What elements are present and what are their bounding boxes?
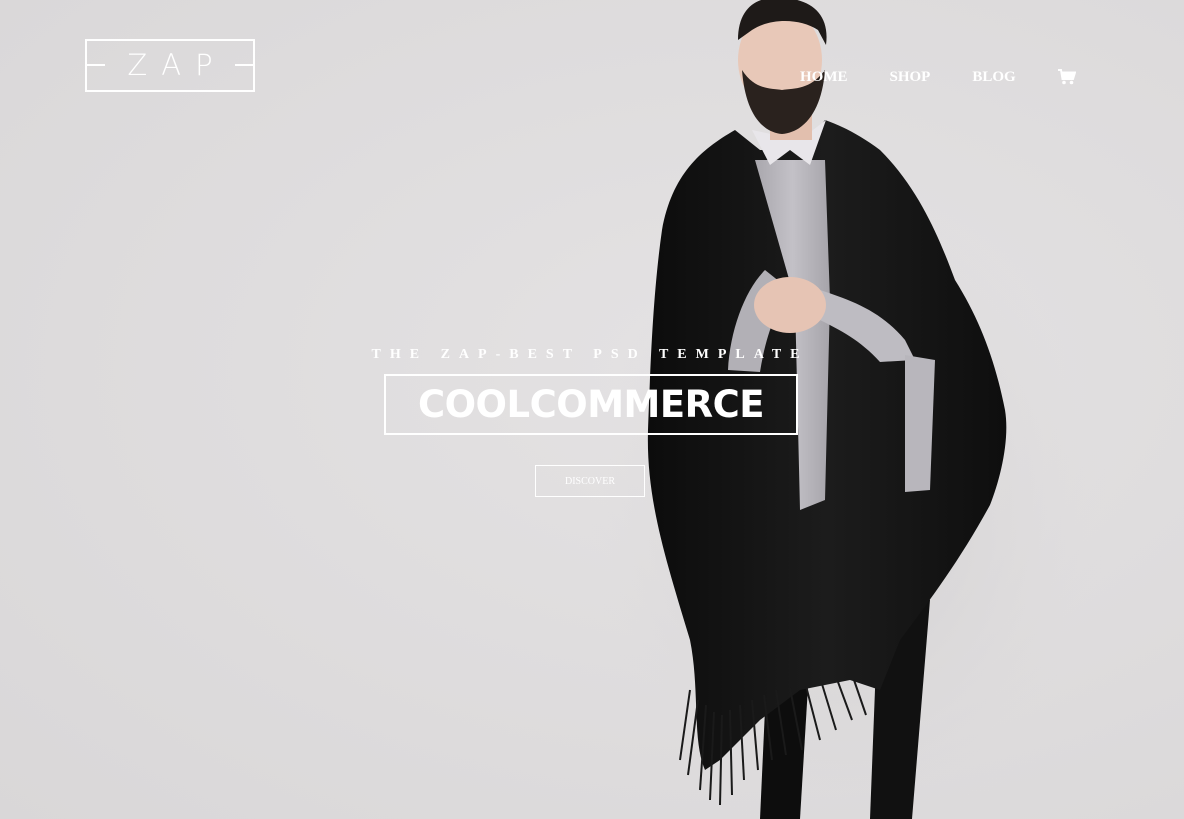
logo-dash-right [235, 64, 253, 66]
main-nav: HOME SHOP BLOG [800, 68, 1077, 86]
hero-headline: COOLCOMMERCE [417, 383, 765, 426]
hero-section: ZAP HOME SHOP BLOG THE ZAP-BEST PSD TEMP… [0, 0, 1184, 819]
site-logo[interactable]: ZAP [85, 39, 255, 92]
discover-button[interactable]: DISCOVER [535, 465, 645, 497]
shopping-cart-icon[interactable] [1057, 69, 1077, 85]
nav-link-blog[interactable]: BLOG [972, 68, 1015, 86]
nav-link-shop[interactable]: SHOP [890, 68, 931, 86]
hero-tagline: THE ZAP-BEST PSD TEMPLATE [371, 347, 809, 362]
headline-frame: COOLCOMMERCE [384, 374, 798, 435]
logo-text: ZAP [127, 48, 227, 82]
nav-link-home[interactable]: HOME [800, 68, 848, 86]
